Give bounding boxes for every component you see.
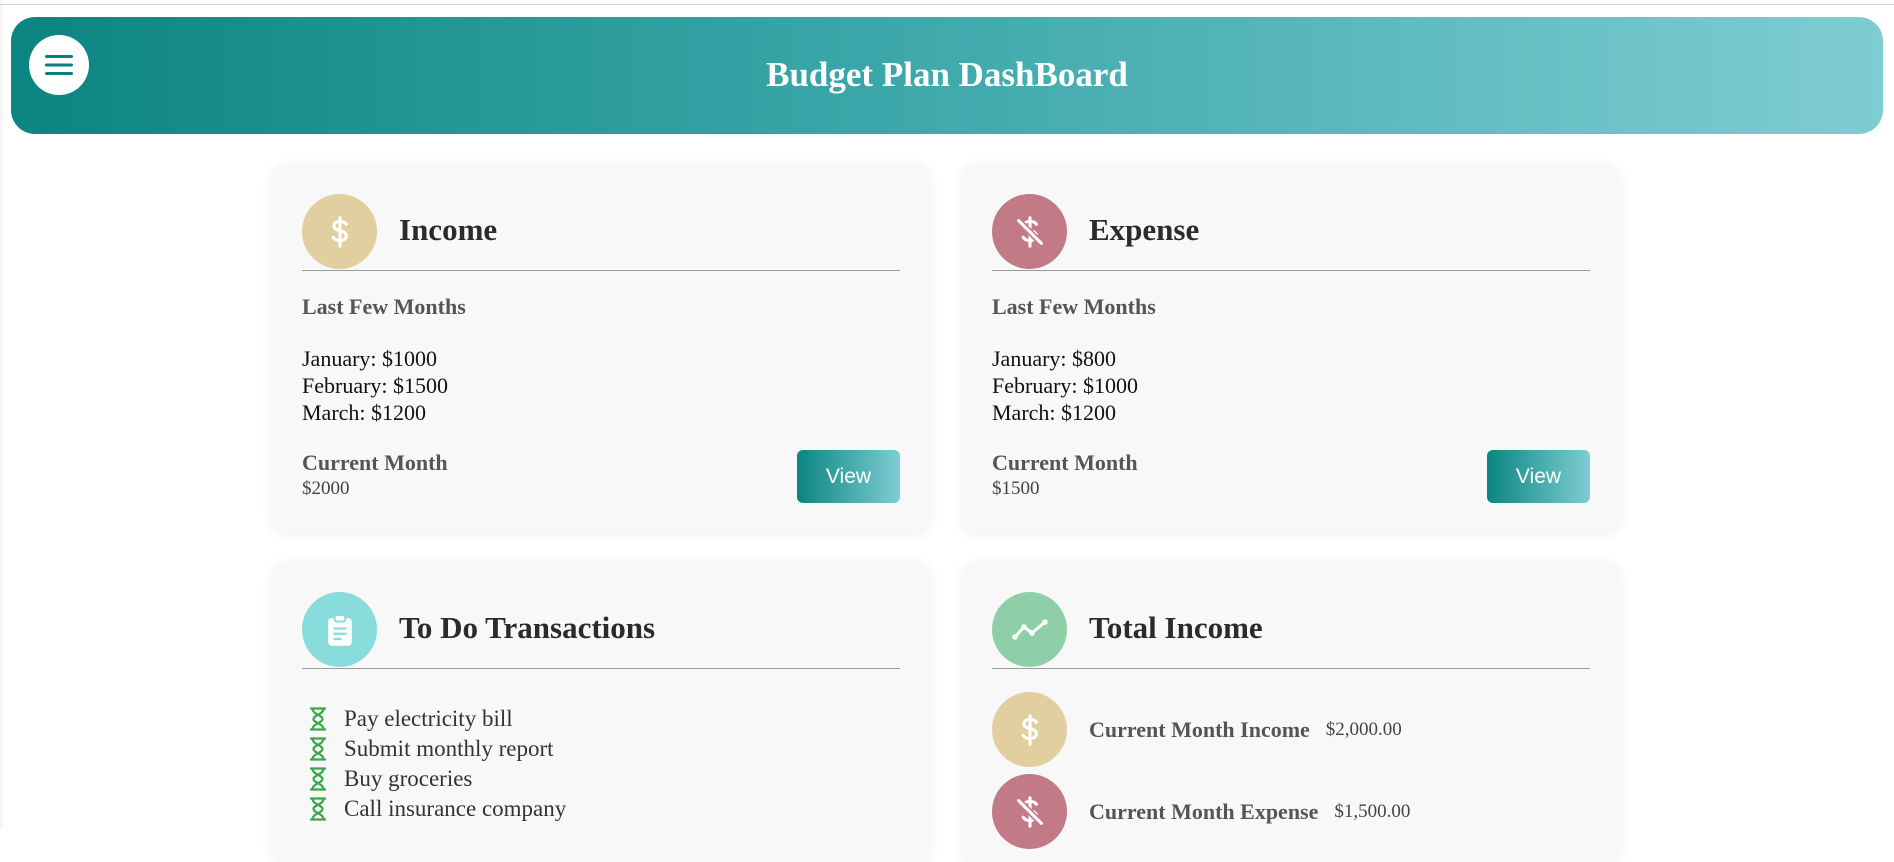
expense-row-icon-circle <box>992 774 1067 849</box>
expense-card: Expense Last Few Months January: $800 Fe… <box>962 164 1620 532</box>
dashboard-header: Budget Plan DashBoard <box>11 17 1883 134</box>
expense-icon-circle <box>992 194 1067 269</box>
expense-view-button[interactable]: View <box>1487 450 1590 503</box>
hourglass-icon <box>310 707 326 731</box>
expense-card-header: Expense <box>992 194 1590 271</box>
window-top-border <box>0 4 1894 5</box>
dollar-icon <box>1021 713 1038 746</box>
todo-title: To Do Transactions <box>399 610 656 645</box>
current-month-income-label: Current Month Income <box>1089 716 1310 742</box>
total-income-card-header: Total Income <box>992 592 1590 669</box>
dollar-off-icon <box>1014 215 1045 248</box>
todo-item-label: Pay electricity bill <box>344 706 513 731</box>
income-month-item: February: $1500 <box>302 373 449 398</box>
income-card: Income Last Few Months January: $1000 Fe… <box>272 164 930 532</box>
page-title: Budget Plan DashBoard <box>766 54 1128 94</box>
income-current-month-value: $2000 <box>302 478 350 499</box>
todo-icon-circle <box>302 592 377 667</box>
todo-item-label: Submit monthly report <box>344 736 554 761</box>
expense-month-item: January: $800 <box>992 346 1117 371</box>
income-card-header: Income <box>302 194 900 271</box>
current-month-income-value: $2,000.00 <box>1325 718 1402 740</box>
todo-item-label: Buy groceries <box>344 766 473 791</box>
hourglass-icon <box>310 737 326 761</box>
expense-months-list: January: $800 February: $1000 March: $12… <box>992 345 1138 426</box>
todo-list: Pay electricity bill Submit monthly repo… <box>310 704 566 824</box>
total-income-icon-circle <box>992 592 1067 667</box>
todo-item[interactable]: Pay electricity bill <box>310 704 566 734</box>
income-title: Income <box>399 212 498 247</box>
todo-card: To Do Transactions Pay electricity bill … <box>272 562 930 862</box>
hourglass-icon <box>310 797 326 821</box>
expense-month-item: February: $1000 <box>992 373 1139 398</box>
left-edge-shadow <box>0 0 4 829</box>
menu-button[interactable] <box>29 35 89 95</box>
trend-line-icon <box>1011 618 1048 640</box>
current-month-income-row: Current Month Income $2,000.00 <box>992 692 1402 767</box>
current-month-expense-row: Current Month Expense $1,500.00 <box>992 774 1410 849</box>
expense-current-month-label: Current Month <box>992 450 1138 475</box>
todo-item[interactable]: Submit monthly report <box>310 734 566 764</box>
expense-title: Expense <box>1089 212 1200 247</box>
income-month-item: January: $1000 <box>302 346 438 371</box>
todo-item[interactable]: Call insurance company <box>310 794 566 824</box>
current-month-expense-label: Current Month Expense <box>1089 798 1319 824</box>
hourglass-icon <box>310 767 326 791</box>
expense-month-item: March: $1200 <box>992 400 1117 425</box>
income-icon-circle <box>302 194 377 269</box>
total-income-card: Total Income Current Month Income $2,000… <box>962 562 1620 862</box>
current-month-expense-value: $1,500.00 <box>1334 800 1411 822</box>
income-month-item: March: $1200 <box>302 400 427 425</box>
todo-item-label: Call insurance company <box>344 796 567 821</box>
hamburger-menu-icon[interactable] <box>44 54 74 76</box>
dollar-icon <box>331 215 348 248</box>
income-last-months-label: Last Few Months <box>302 294 466 319</box>
total-income-title: Total Income <box>1089 610 1263 645</box>
expense-current-month-value: $1500 <box>992 478 1040 499</box>
expense-last-months-label: Last Few Months <box>992 294 1156 319</box>
income-months-list: January: $1000 February: $1500 March: $1… <box>302 345 448 426</box>
income-row-icon-circle <box>992 692 1067 767</box>
todo-item[interactable]: Buy groceries <box>310 764 566 794</box>
clipboard-icon <box>327 613 352 646</box>
income-current-month-label: Current Month <box>302 450 448 475</box>
todo-card-header: To Do Transactions <box>302 592 900 669</box>
income-view-button[interactable]: View <box>797 450 900 503</box>
dollar-off-icon <box>1014 795 1045 828</box>
